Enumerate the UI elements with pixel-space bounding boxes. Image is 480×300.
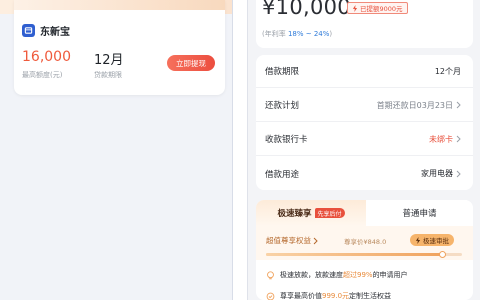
benefit-progress-fill — [266, 253, 443, 256]
benefit-progress-knob — [438, 251, 446, 258]
bolt-icon — [352, 4, 358, 12]
express-review-text: 极速审批 — [423, 237, 449, 245]
feature-1-highlight: 超过99% — [343, 271, 373, 279]
tab-normal[interactable]: 普通申请 — [366, 200, 473, 226]
rate-prefix: (年利率 — [262, 30, 288, 38]
benefit-title: 超值尊享权益 — [266, 236, 311, 245]
repayment-plan-label: 还款计划 — [265, 101, 300, 111]
tab-express-label: 极速臻享 — [277, 209, 312, 219]
app-screens: 东新宝 16,000 最高额度(元) 12月 贷款期限 立即提现 ¥10,000… — [0, 0, 480, 300]
pay-later-tag: 先享后付 — [314, 208, 345, 218]
bank-card-label: 收款银行卡 — [265, 135, 308, 145]
loan-term-label: 贷款期限 — [94, 71, 122, 79]
row-loan-purpose[interactable]: 借款用途 家用电器 — [256, 157, 473, 190]
lightning-icon — [415, 236, 421, 244]
loan-term-value: 12个月 — [434, 66, 461, 76]
loan-purpose-value: 家用电器 — [421, 169, 453, 178]
product-brand: 东新宝 — [22, 23, 70, 38]
application-type-card: 极速臻享 先享后付 普通申请 超值尊享权益 尊享价¥848.0 极速审批 极速放… — [256, 200, 473, 300]
loan-purpose-label: 借款用途 — [265, 169, 300, 180]
benefit-progress-track — [266, 251, 462, 258]
loan-product-card[interactable]: 东新宝 16,000 最高额度(元) 12月 贷款期限 立即提现 — [14, 0, 225, 95]
express-review-pill: 极速审批 — [410, 234, 454, 246]
rate-suffix: ) — [329, 30, 333, 38]
bank-card-value-wrap: 未绑卡 — [429, 134, 461, 145]
benefit-title-link[interactable]: 超值尊享权益 — [266, 235, 318, 246]
rate-range: 18% ~ 24% — [287, 30, 330, 38]
row-bank-card[interactable]: 收款银行卡 未绑卡 — [256, 123, 473, 156]
chevron-right-icon — [456, 101, 461, 109]
loan-purpose-value-wrap: 家用电器 — [421, 168, 461, 179]
chevron-right-icon — [456, 135, 461, 143]
loan-term-label: 借款期限 — [265, 67, 300, 77]
row-loan-term: 借款期限 12个月 — [256, 55, 473, 88]
feature-2-post: 定制生活权益 — [349, 292, 392, 300]
feature-1-pre: 极速放款，放款速度 — [280, 271, 343, 279]
row-repayment-plan[interactable]: 还款计划 首期还款日03月23日 — [256, 89, 473, 122]
brand-name: 东新宝 — [40, 27, 70, 38]
tab-express[interactable]: 极速臻享 先享后付 — [256, 200, 366, 226]
card-header-band — [14, 0, 225, 10]
gift-icon — [266, 292, 275, 300]
annual-rate: (年利率 18% ~ 24%) — [262, 29, 332, 39]
app-logo-icon — [22, 24, 35, 37]
feature-2-highlight: 999.0元 — [322, 292, 350, 300]
benefit-price: 尊享价¥848.0 — [344, 238, 387, 246]
feature-fast-disbursal: 极速放款，放款速度超过99%的申请用户 — [266, 270, 408, 280]
bank-card-value: 未绑卡 — [429, 134, 453, 144]
right-phone-screen: ¥10,000 已提额9000元 (年利率 18% ~ 24%) 借款期限 12… — [247, 0, 480, 300]
withdraw-now-button[interactable]: 立即提现 — [167, 55, 215, 71]
max-limit-label: 最高额度(元) — [22, 71, 63, 79]
chevron-right-icon — [313, 237, 318, 244]
bulb-icon — [267, 270, 274, 279]
left-phone-screen: 东新宝 16,000 最高额度(元) 12月 贷款期限 立即提现 — [0, 0, 233, 300]
loan-details-card: 借款期限 12个月 还款计划 首期还款日03月23日 收款银行卡 未绑卡 借款用… — [256, 55, 473, 190]
benefit-bar: 超值尊享权益 尊享价¥848.0 极速审批 — [256, 226, 473, 260]
loan-amount-card: ¥10,000 已提额9000元 (年利率 18% ~ 24%) — [256, 0, 473, 48]
raised-limit-badge: 已提额9000元 — [347, 2, 408, 14]
feature-custom-benefits: 尊享最高价值999.0元定制生活权益 — [266, 291, 391, 300]
feature-1-text: 极速放款，放款速度超过99%的申请用户 — [280, 270, 408, 280]
raised-limit-text: 已提额9000元 — [360, 5, 403, 13]
chevron-right-icon — [456, 170, 461, 177]
loan-amount: ¥10,000 — [262, 0, 351, 19]
feature-1-post: 的申请用户 — [372, 271, 408, 279]
feature-2-pre: 尊享最高价值 — [280, 292, 322, 300]
repayment-plan-value-wrap: 首期还款日03月23日 — [377, 100, 461, 111]
loan-term-value: 12月 — [94, 53, 124, 68]
repayment-plan-value: 首期还款日03月23日 — [376, 100, 453, 110]
max-limit-value: 16,000 — [22, 49, 71, 65]
feature-2-text: 尊享最高价值999.0元定制生活权益 — [280, 291, 391, 300]
